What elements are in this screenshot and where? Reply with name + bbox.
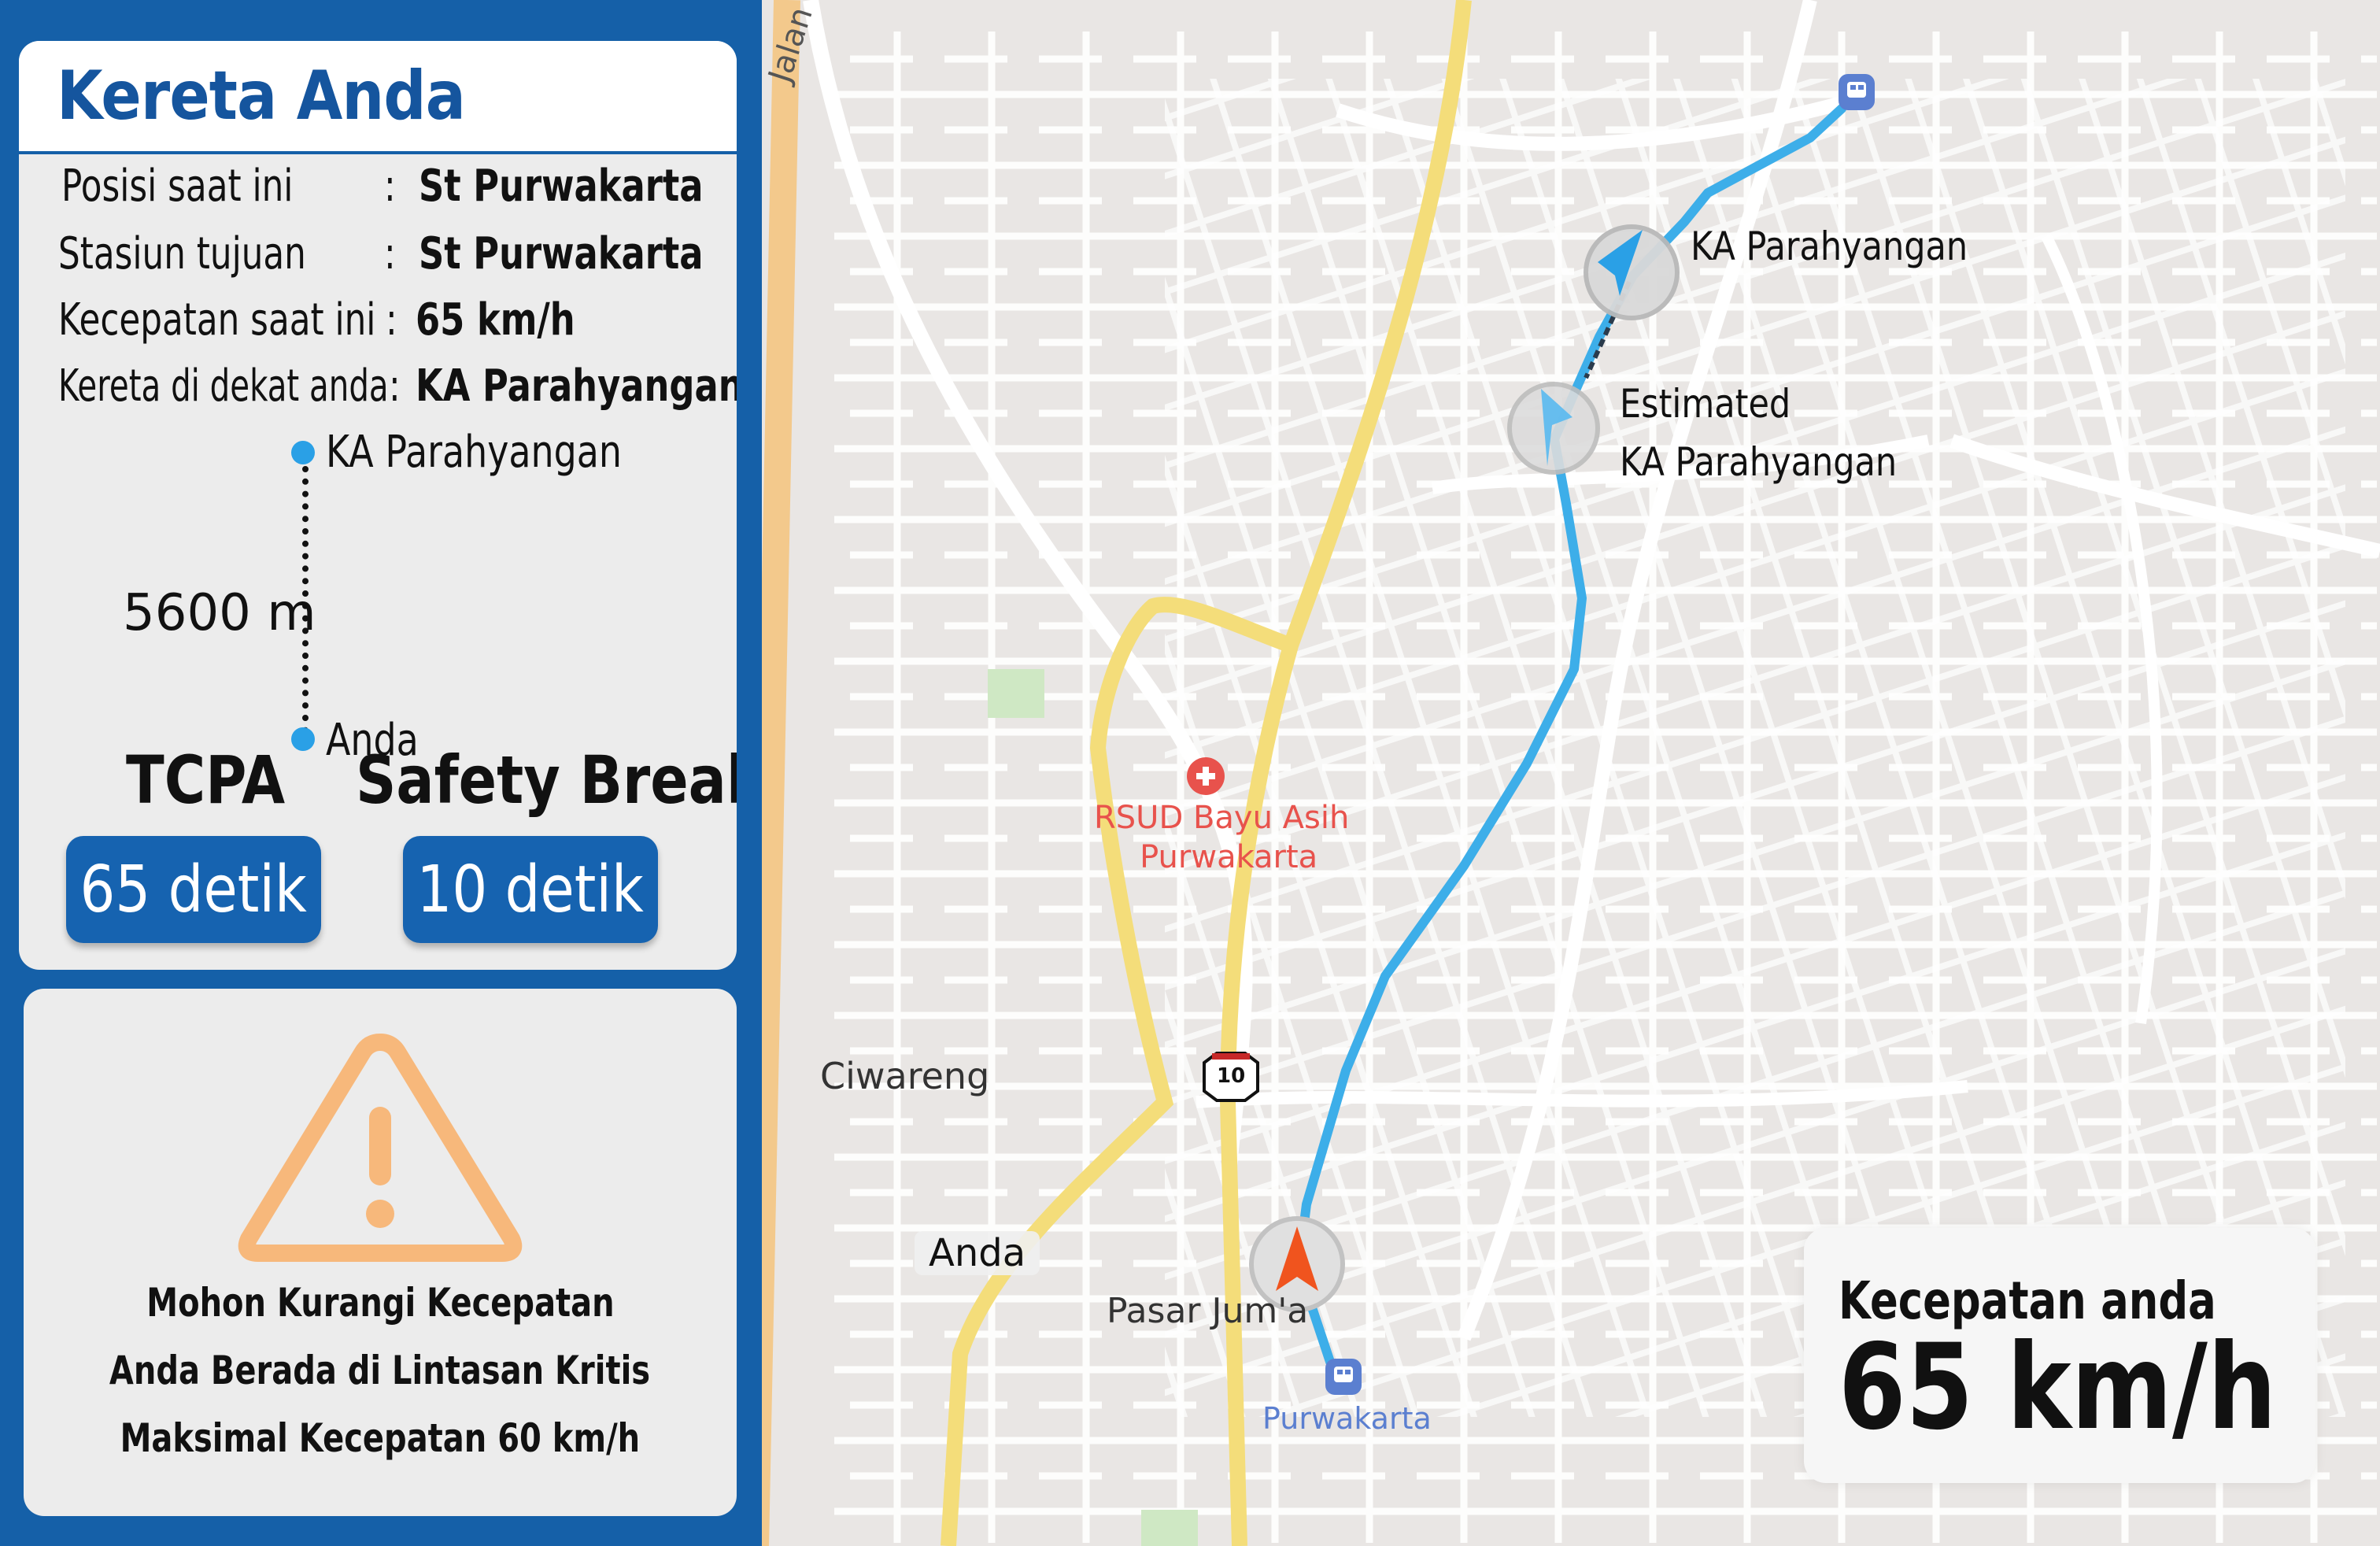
map-view[interactable]: Jalan Tol Cipularang RSUD Bayu Asih Purw…: [762, 0, 2380, 1546]
market-label: Pasar Jum'a: [1107, 1291, 1309, 1331]
value-current-position: St Purwakarta: [419, 161, 704, 212]
info-sidebar: Kereta Anda Posisi saat ini : St Purwaka…: [0, 0, 762, 1546]
card-title: Kereta Anda: [57, 57, 466, 135]
value-current-speed: 65 km/h: [416, 294, 575, 346]
distance-train-label: KA Parahyangan: [326, 427, 623, 478]
route-shield-number: 10: [1217, 1064, 1246, 1088]
label-nearby-train: Kereta di dekat anda: [58, 361, 389, 412]
train-station-icon[interactable]: [1839, 74, 1875, 110]
safety-break-value: 10 detik: [416, 852, 645, 927]
warning-line-2: Anda Berada di Lintasan Kritis: [109, 1348, 651, 1393]
train-marker[interactable]: [1584, 224, 1680, 320]
label-current-speed: Kecepatan saat ini: [58, 294, 376, 346]
warning-triangle-icon: [238, 1034, 523, 1262]
speed-card: Kecepatan anda 65 km/h: [1804, 1228, 2315, 1483]
value-nearby-train: KA Parahyangan: [416, 361, 737, 412]
warning-line-3: Maksimal Kecepatan 60 km/h: [120, 1415, 641, 1461]
safety-break-value-badge: 10 detik: [403, 836, 658, 943]
train-map-label: KA Parahyangan: [1691, 224, 1968, 269]
sep-current-speed: :: [386, 294, 397, 346]
hospital-icon[interactable]: [1187, 757, 1225, 795]
warning-line-1: Mohon Kurangi Kecepatan: [146, 1280, 615, 1326]
tcpa-title: TCPA: [126, 742, 286, 819]
distance-value: 5600 m: [123, 584, 316, 642]
station-label-purwakarta[interactable]: Purwakarta: [1262, 1401, 1432, 1436]
estimated-train-marker[interactable]: [1507, 382, 1600, 475]
sep-nearby-train: :: [389, 361, 401, 412]
train-position-dot: [291, 441, 315, 464]
user-map-label: Anda: [915, 1231, 1040, 1275]
hospital-label[interactable]: RSUD Bayu Asih Purwakarta: [1094, 798, 1349, 877]
safety-break-title: Safety Break: [356, 742, 737, 819]
speed-value: 65 km/h: [1839, 1319, 2277, 1456]
sep-current-position: :: [384, 161, 396, 212]
estimated-map-label-2: KA Parahyangan: [1620, 439, 1898, 485]
tcpa-value: 65 detik: [79, 852, 308, 927]
label-current-position: Posisi saat ini: [61, 161, 294, 212]
user-position-dot: [291, 727, 315, 751]
train-info-card: Kereta Anda Posisi saat ini : St Purwaka…: [19, 41, 737, 970]
tcpa-value-badge: 65 detik: [66, 836, 321, 943]
area-label-ciwareng: Ciwareng: [820, 1055, 990, 1097]
estimated-map-label-1: Estimated: [1620, 381, 1791, 427]
card-header: Kereta Anda: [19, 41, 737, 154]
sep-destination: :: [384, 228, 396, 279]
label-destination: Stasiun tujuan: [58, 228, 306, 279]
value-destination: St Purwakarta: [419, 228, 704, 279]
warning-card: Mohon Kurangi Kecepatan Anda Berada di L…: [24, 989, 737, 1516]
train-station-icon[interactable]: [1325, 1359, 1362, 1395]
